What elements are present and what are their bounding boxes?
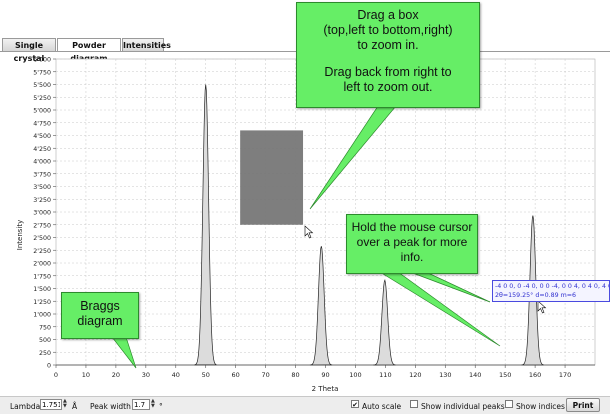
zoom-callout-line: Drag back from right to xyxy=(324,65,452,79)
x-axis-label: 2 Theta xyxy=(312,385,339,393)
x-tick-label: 150 xyxy=(499,371,511,379)
hover-callout-line: Hold the mouse cursor xyxy=(351,220,473,234)
x-tick-label: 160 xyxy=(529,371,541,379)
x-tick-label: 40 xyxy=(172,371,180,379)
spin-down-icon[interactable]: ▼ xyxy=(151,403,155,409)
auto-scale-label: Auto scale xyxy=(362,402,402,411)
y-tick-label: 2'000 xyxy=(33,261,51,268)
y-tick-label: 1'500 xyxy=(33,286,51,293)
y-tick-label: 500 xyxy=(39,337,51,344)
peak-width-unit: ° xyxy=(159,402,163,411)
controls-bar: Lambda ▲▼ Å Peak width ▲▼ ° ✔ Auto scale… xyxy=(0,396,610,414)
tab-powder-diagram[interactable]: Powder diagram xyxy=(57,38,121,63)
x-tick-label: 30 xyxy=(142,371,150,379)
x-tick-label: 140 xyxy=(469,371,481,379)
y-tick-label: 1'000 xyxy=(33,312,51,319)
peak-width-label: Peak width xyxy=(90,402,131,411)
zoom-callout-line: left to zoom out. xyxy=(343,80,433,94)
x-tick-label: 110 xyxy=(379,371,391,379)
braggs-callout-line: diagram xyxy=(77,314,123,328)
x-tick-label: 70 xyxy=(261,371,269,379)
print-button[interactable]: Print xyxy=(566,398,600,412)
show-indices-checkbox[interactable] xyxy=(505,400,513,408)
lambda-input[interactable] xyxy=(40,399,62,410)
peak-width-spinner[interactable]: ▲ ▼ xyxy=(151,399,157,410)
y-tick-label: 3'250 xyxy=(33,197,51,204)
y-tick-label: 4'250 xyxy=(33,146,51,153)
zoom-instructions-callout: Drag a box (top,left to bottom,right) to… xyxy=(296,2,480,108)
y-tick-label: 4'750 xyxy=(33,120,51,127)
y-tick-label: 3'750 xyxy=(33,171,51,178)
tooltip-angle-d: 2θ=159.25° d=0.89 m=6 xyxy=(495,292,577,299)
y-tick-label: 750 xyxy=(39,324,51,331)
hover-callout-line: info. xyxy=(400,250,424,264)
tab-intensities[interactable]: Intensities xyxy=(122,38,171,51)
braggs-callout: Braggs diagram xyxy=(61,292,139,339)
y-tick-label: 0 xyxy=(47,363,51,370)
peak-tooltip: -4 0 0, 0 -4 0, 0 0 -4, 0 0 4, 0 4 0, 4 … xyxy=(492,280,610,302)
y-tick-label: 5'750 xyxy=(33,69,51,76)
braggs-callout-line: Braggs xyxy=(80,299,120,313)
x-tick-label: 100 xyxy=(349,371,361,379)
y-tick-label: 2'500 xyxy=(33,235,51,242)
y-tick-label: 1'750 xyxy=(33,273,51,280)
x-tick-label: 60 xyxy=(232,371,240,379)
zoom-callout-line: to zoom in. xyxy=(357,38,419,52)
tooltip-indices: -4 0 0, 0 -4 0, 0 0 -4, 0 0 4, 0 4 0, 4 … xyxy=(495,283,610,290)
zoom-callout-line: (top,left to bottom,right) xyxy=(323,23,453,37)
y-tick-label: 4'500 xyxy=(33,133,51,140)
tab-single-crystal[interactable]: Single crystal xyxy=(2,38,56,63)
y-tick-label: 5'250 xyxy=(33,95,51,102)
y-tick-label: 5'500 xyxy=(33,82,51,89)
x-tick-label: 90 xyxy=(321,371,329,379)
show-individual-peaks-label: Show individual peaks xyxy=(421,402,505,411)
y-tick-label: 3'000 xyxy=(33,210,51,217)
y-tick-label: 2'250 xyxy=(33,248,51,255)
x-tick-label: 20 xyxy=(112,371,120,379)
y-tick-label: 250 xyxy=(39,350,51,357)
auto-scale-checkbox[interactable]: ✔ xyxy=(351,400,359,409)
x-tick-label: 170 xyxy=(559,371,571,379)
x-tick-label: 120 xyxy=(409,371,421,379)
hover-callout-line: over a peak for more xyxy=(356,235,468,249)
lambda-label: Lambda xyxy=(10,402,41,411)
peak-width-input[interactable] xyxy=(132,399,150,410)
x-tick-label: 0 xyxy=(54,371,58,379)
show-individual-peaks-checkbox[interactable] xyxy=(410,400,418,408)
hover-info-callout: Hold the mouse cursor over a peak for mo… xyxy=(346,214,478,274)
zoom-callout-line: Drag a box xyxy=(357,8,419,22)
lambda-spinner[interactable]: ▲ ▼ xyxy=(63,399,69,410)
y-tick-label: 4'000 xyxy=(33,159,51,166)
zoom-selection-box[interactable] xyxy=(240,130,304,225)
lambda-unit: Å xyxy=(72,402,78,411)
x-tick-label: 80 xyxy=(291,371,299,379)
x-tick-label: 10 xyxy=(82,371,90,379)
y-tick-label: 5'000 xyxy=(33,108,51,115)
x-tick-label: 50 xyxy=(202,371,210,379)
y-tick-label: 3'500 xyxy=(33,184,51,191)
y-tick-label: 2'750 xyxy=(33,222,51,229)
y-axis-ticks: 0 250 500 750 1'000 1'250 1'500 1'750 2'000 2'250… xyxy=(33,57,56,370)
y-axis-label: Intensity xyxy=(16,220,24,250)
y-tick-label: 6'000 xyxy=(33,57,51,64)
spin-down-icon[interactable]: ▼ xyxy=(63,403,67,409)
y-tick-label: 1'250 xyxy=(33,299,51,306)
show-indices-label: Show indices xyxy=(516,402,565,411)
x-tick-label: 130 xyxy=(439,371,451,379)
